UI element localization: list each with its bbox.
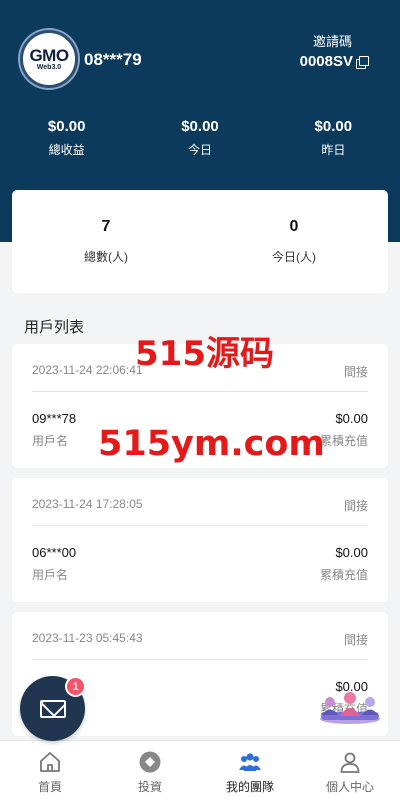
copy-icon[interactable] bbox=[356, 55, 369, 69]
relation-type: 間接 bbox=[343, 499, 368, 513]
home-icon bbox=[40, 752, 60, 772]
stat-total-earnings: $0.00 總收益 bbox=[0, 118, 133, 158]
stat-label: 昨日 bbox=[321, 143, 346, 157]
username: 08***79 bbox=[84, 50, 142, 69]
stat-label: 總收益 bbox=[48, 143, 85, 157]
join-date: 2023-11-24 22:06:41 bbox=[32, 363, 143, 377]
team-today-label: 今日(人) bbox=[272, 250, 316, 264]
earnings-stats: $0.00 總收益 $0.00 今日 $0.00 昨日 bbox=[0, 118, 400, 158]
tab-label: 個人中心 bbox=[325, 780, 374, 794]
invite-code-label: 邀請碼 bbox=[312, 34, 352, 49]
stat-value: $0.00 bbox=[47, 118, 86, 135]
team-count-card: 7 總數(人) 0 今日(人) bbox=[12, 190, 388, 293]
stat-value: $0.00 bbox=[181, 118, 219, 135]
logo-text: GMO bbox=[29, 45, 69, 65]
watermark-text: 515源码 bbox=[135, 334, 274, 374]
team-total-label: 總數(人) bbox=[84, 250, 128, 264]
team-today-value: 0 bbox=[289, 218, 299, 235]
gmo-logo: GMO Web3.0 bbox=[20, 30, 78, 88]
tab-label: 投資 bbox=[137, 780, 162, 794]
stat-today: $0.00 今日 bbox=[133, 118, 266, 158]
message-badge: 1 bbox=[65, 676, 86, 697]
tab-home[interactable]: 首頁 bbox=[0, 741, 100, 799]
tab-label: 我的團隊 bbox=[225, 780, 274, 794]
join-date: 2023-11-23 05:45:43 bbox=[32, 631, 143, 645]
user-name: 09***78 bbox=[32, 411, 77, 426]
user-name-label: 用戶名 bbox=[32, 434, 69, 448]
stat-value: $0.00 bbox=[314, 118, 353, 135]
divider bbox=[32, 525, 368, 526]
team-icon bbox=[239, 753, 261, 771]
tab-my-team[interactable]: 我的團隊 bbox=[200, 741, 300, 799]
logo-subtext: Web3.0 bbox=[36, 63, 62, 71]
bottom-tab-bar: 首頁 投資 我的團隊 個人中心 bbox=[0, 740, 400, 799]
deposit-amount: $0.00 bbox=[335, 411, 368, 426]
invite-code[interactable]: 0008SV bbox=[299, 53, 369, 70]
team-total: 7 總數(人) bbox=[12, 190, 200, 293]
team-total-value: 7 bbox=[101, 218, 111, 235]
watermark-url: 515ym.com bbox=[98, 424, 325, 464]
mail-icon bbox=[39, 699, 66, 718]
divider bbox=[32, 391, 368, 392]
join-date: 2023-11-24 17:28:05 bbox=[32, 497, 143, 511]
people-group-icon bbox=[320, 692, 380, 724]
user-list-title: 用戶列表 bbox=[24, 319, 85, 336]
user-name-label: 用戶名 bbox=[32, 568, 69, 582]
user-name: 06***00 bbox=[32, 545, 77, 560]
tab-invest[interactable]: 投資 bbox=[100, 741, 200, 799]
tab-label: 首頁 bbox=[37, 780, 62, 794]
divider bbox=[32, 659, 368, 660]
tab-profile[interactable]: 個人中心 bbox=[300, 741, 400, 799]
invest-icon bbox=[139, 751, 161, 773]
relation-type: 間接 bbox=[343, 365, 368, 379]
relation-type: 間接 bbox=[343, 633, 368, 647]
deposit-amount: $0.00 bbox=[335, 545, 368, 560]
stat-yesterday: $0.00 昨日 bbox=[267, 118, 400, 158]
stat-label: 今日 bbox=[187, 143, 212, 157]
deposit-amount-label: 累積充值 bbox=[319, 434, 368, 448]
profile-icon bbox=[340, 752, 360, 773]
team-today: 0 今日(人) bbox=[200, 190, 388, 293]
invite-code-value: 0008SV bbox=[299, 53, 353, 70]
user-list-item[interactable]: 2023-11-24 17:28:05 間接 06***00 $0.00 用戶名… bbox=[12, 478, 388, 602]
deposit-amount-label: 累積充值 bbox=[319, 568, 368, 582]
